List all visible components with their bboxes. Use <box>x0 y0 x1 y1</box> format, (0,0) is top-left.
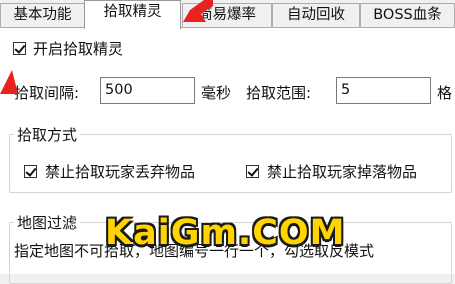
watermark-logo: KaiGm.COM <box>105 213 346 253</box>
arrow-icon <box>0 70 18 94</box>
arrow-icon <box>183 0 213 22</box>
